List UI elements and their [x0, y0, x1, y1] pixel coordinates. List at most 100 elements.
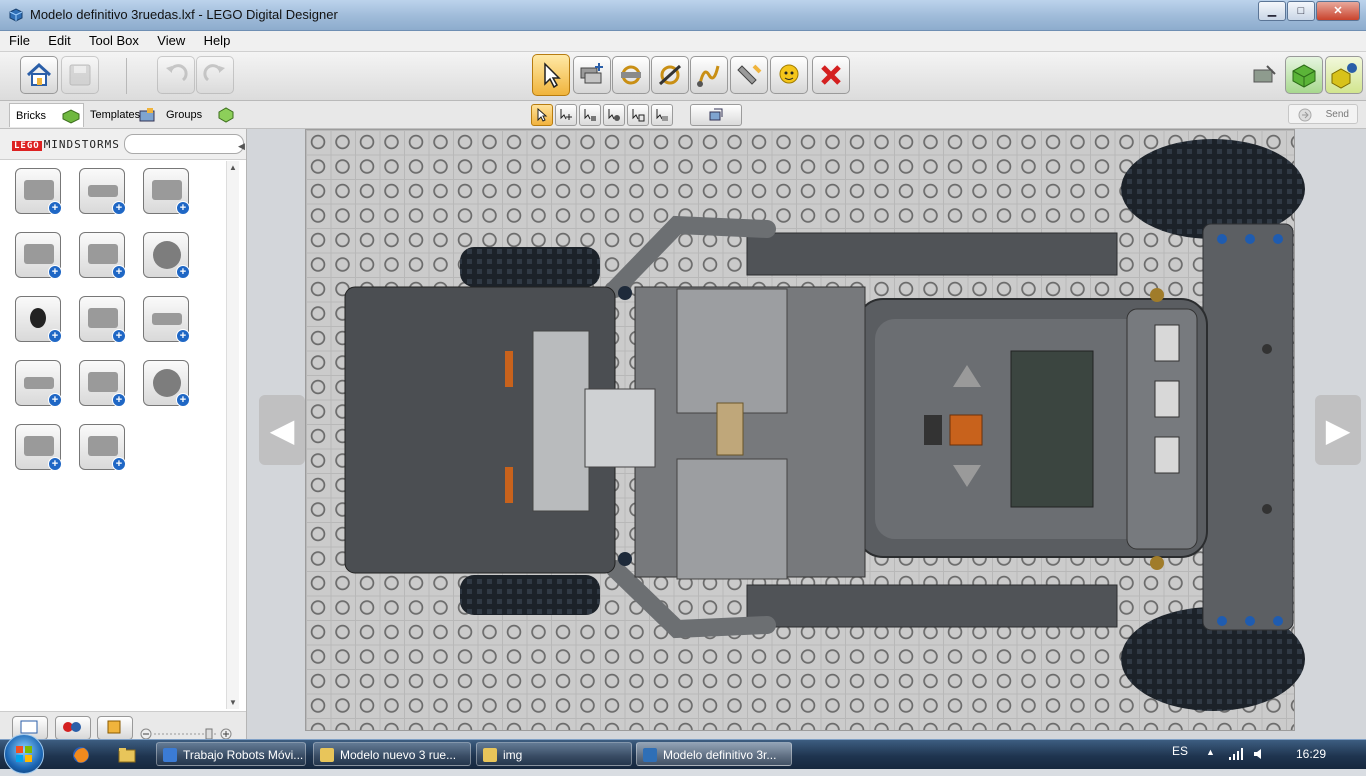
paint-tool-button[interactable] [730, 56, 768, 94]
palette-gear-crown[interactable]: + [143, 360, 190, 407]
tab-groups-label: Groups [166, 109, 203, 121]
task-modelo-definitivo[interactable]: Modelo definitivo 3r... [636, 742, 792, 766]
scroll-up-icon[interactable]: ▲ [229, 163, 237, 172]
brick-palette: LEGO MINDSTORMS ◀ + + + + + + + + + + + + + + ▲ ▼ [0, 129, 247, 740]
cursor-color-icon [608, 109, 620, 121]
tray-expand-icon[interactable]: ▲ [1206, 747, 1215, 757]
add-brick-icon: + [176, 265, 190, 279]
side-beam-bottom [746, 584, 1118, 628]
invert-selection-button[interactable] [690, 104, 742, 126]
build-mode-button[interactable] [1245, 56, 1283, 94]
clone-tool-button[interactable] [573, 56, 611, 94]
nxt-left-button [924, 415, 942, 445]
clock[interactable]: 16:29 [1296, 747, 1326, 761]
building-guide-mode-button[interactable] [1325, 56, 1363, 94]
tab-templates-label: Templates [90, 109, 141, 121]
select-same-shape-button[interactable] [627, 104, 649, 126]
hide-tool-button[interactable] [770, 56, 808, 94]
task-modelo-nuevo[interactable]: Modelo nuevo 3 rue... [313, 742, 471, 766]
palette-technic-beam-1x4[interactable]: + [79, 168, 126, 215]
minimize-button[interactable]: ▁ [1258, 1, 1286, 21]
view-mode-button[interactable] [1285, 56, 1323, 94]
hinge-tool-icon [621, 65, 641, 85]
tab-templates[interactable]: Templates [84, 103, 160, 127]
palette-plate-wedge[interactable]: + [15, 232, 62, 279]
add-brick-icon: + [48, 329, 62, 343]
explorer-quicklaunch[interactable] [116, 744, 138, 766]
undo-icon [166, 64, 188, 82]
menu-edit[interactable]: Edit [39, 31, 76, 48]
palette-pipe-round[interactable]: + [15, 424, 62, 471]
palette-scrollbar[interactable]: ▲ ▼ [226, 161, 239, 709]
build-mode-icon [1253, 65, 1276, 83]
flex-tool-button[interactable] [690, 56, 728, 94]
palette-axle-pin[interactable]: + [79, 360, 126, 407]
palette-plate-2x2[interactable]: + [143, 168, 190, 215]
hinge-align-tool-button[interactable] [651, 56, 689, 94]
delete-tool-button[interactable] [812, 56, 850, 94]
menu-file[interactable]: File [0, 31, 36, 48]
cursor-shape-icon [632, 109, 645, 122]
home-button[interactable] [20, 56, 58, 94]
mindstorms-logo: LEGO MINDSTORMS [12, 138, 120, 151]
lego-designer-app-icon [9, 8, 23, 22]
hinge-tool-button[interactable] [612, 56, 650, 94]
axle-pin-icon [88, 372, 118, 392]
technic-beam-1x4-icon [88, 185, 118, 197]
palette-brick-2x2-round[interactable]: + [15, 168, 62, 215]
select-single-button[interactable] [531, 104, 553, 126]
redo-button[interactable] [196, 56, 234, 94]
system-tray: ES ▲ 16:29 [1166, 740, 1366, 769]
task-trabajo-robots[interactable]: Trabajo Robots Móvi... [156, 742, 306, 766]
language-indicator[interactable]: ES [1172, 744, 1188, 758]
select-tool-icon [544, 62, 561, 89]
select-multiple-button[interactable] [555, 104, 577, 126]
scroll-down-icon[interactable]: ▼ [229, 698, 237, 707]
palette-ball-sensor[interactable]: + [15, 296, 62, 343]
palette-technic-liftarm-4[interactable]: + [15, 360, 62, 407]
tab-bricks[interactable]: Bricks [9, 103, 84, 127]
palette-gear-24-tooth[interactable]: + [143, 232, 190, 279]
lego-logo: LEGO [12, 141, 42, 151]
palette-technic-brick-holes[interactable]: + [79, 232, 126, 279]
send-button[interactable]: Send [1288, 104, 1358, 124]
close-button[interactable]: ✕ [1316, 1, 1360, 21]
brick-2x2-round-icon [24, 180, 54, 200]
firefox-quicklaunch[interactable] [70, 744, 92, 766]
start-button[interactable] [4, 734, 44, 774]
select-same-color-button[interactable] [603, 104, 625, 126]
cursor-icon [537, 108, 548, 122]
maximize-button[interactable]: □ [1287, 1, 1315, 21]
palette-technic-liftarm-3[interactable]: + [143, 296, 190, 343]
collapse-panel-icon[interactable]: ◀ [238, 141, 245, 152]
palette-color-button[interactable] [55, 716, 91, 740]
gear-crown-icon [153, 369, 181, 397]
brick-search-input[interactable] [124, 134, 244, 154]
brick-green-icon [62, 109, 80, 124]
undo-button[interactable] [157, 56, 195, 94]
select-connected-button[interactable] [579, 104, 601, 126]
tab-groups[interactable]: Groups [160, 103, 236, 127]
lego-designer-icon [643, 748, 657, 762]
add-brick-icon: + [48, 457, 62, 471]
add-brick-icon: + [112, 457, 126, 471]
palette-tow-ball[interactable]: + [79, 424, 126, 471]
select-same-brick-button[interactable] [651, 104, 673, 126]
invert-selection-icon [709, 108, 723, 121]
task-label: Trabajo Robots Móvi... [183, 748, 304, 762]
network-signal-icon[interactable] [1228, 747, 1244, 761]
menu-view[interactable]: View [148, 31, 191, 48]
model-canvas[interactable]: ◀ ▶ [247, 129, 1366, 739]
palette-nxt-motor[interactable]: + [79, 296, 126, 343]
clone-tool-icon [580, 63, 603, 84]
select-tool-button[interactable] [532, 54, 570, 96]
firefox-icon [73, 747, 89, 763]
menu-help[interactable]: Help [195, 31, 237, 48]
menu-toolbox[interactable]: Tool Box [80, 31, 145, 48]
save-button[interactable] [61, 56, 99, 94]
robot-model[interactable] [247, 129, 1366, 739]
volume-icon[interactable] [1252, 747, 1268, 761]
task-label: Modelo definitivo 3r... [663, 748, 777, 762]
palette-filter-button[interactable] [97, 716, 133, 740]
task-img[interactable]: img [476, 742, 632, 766]
